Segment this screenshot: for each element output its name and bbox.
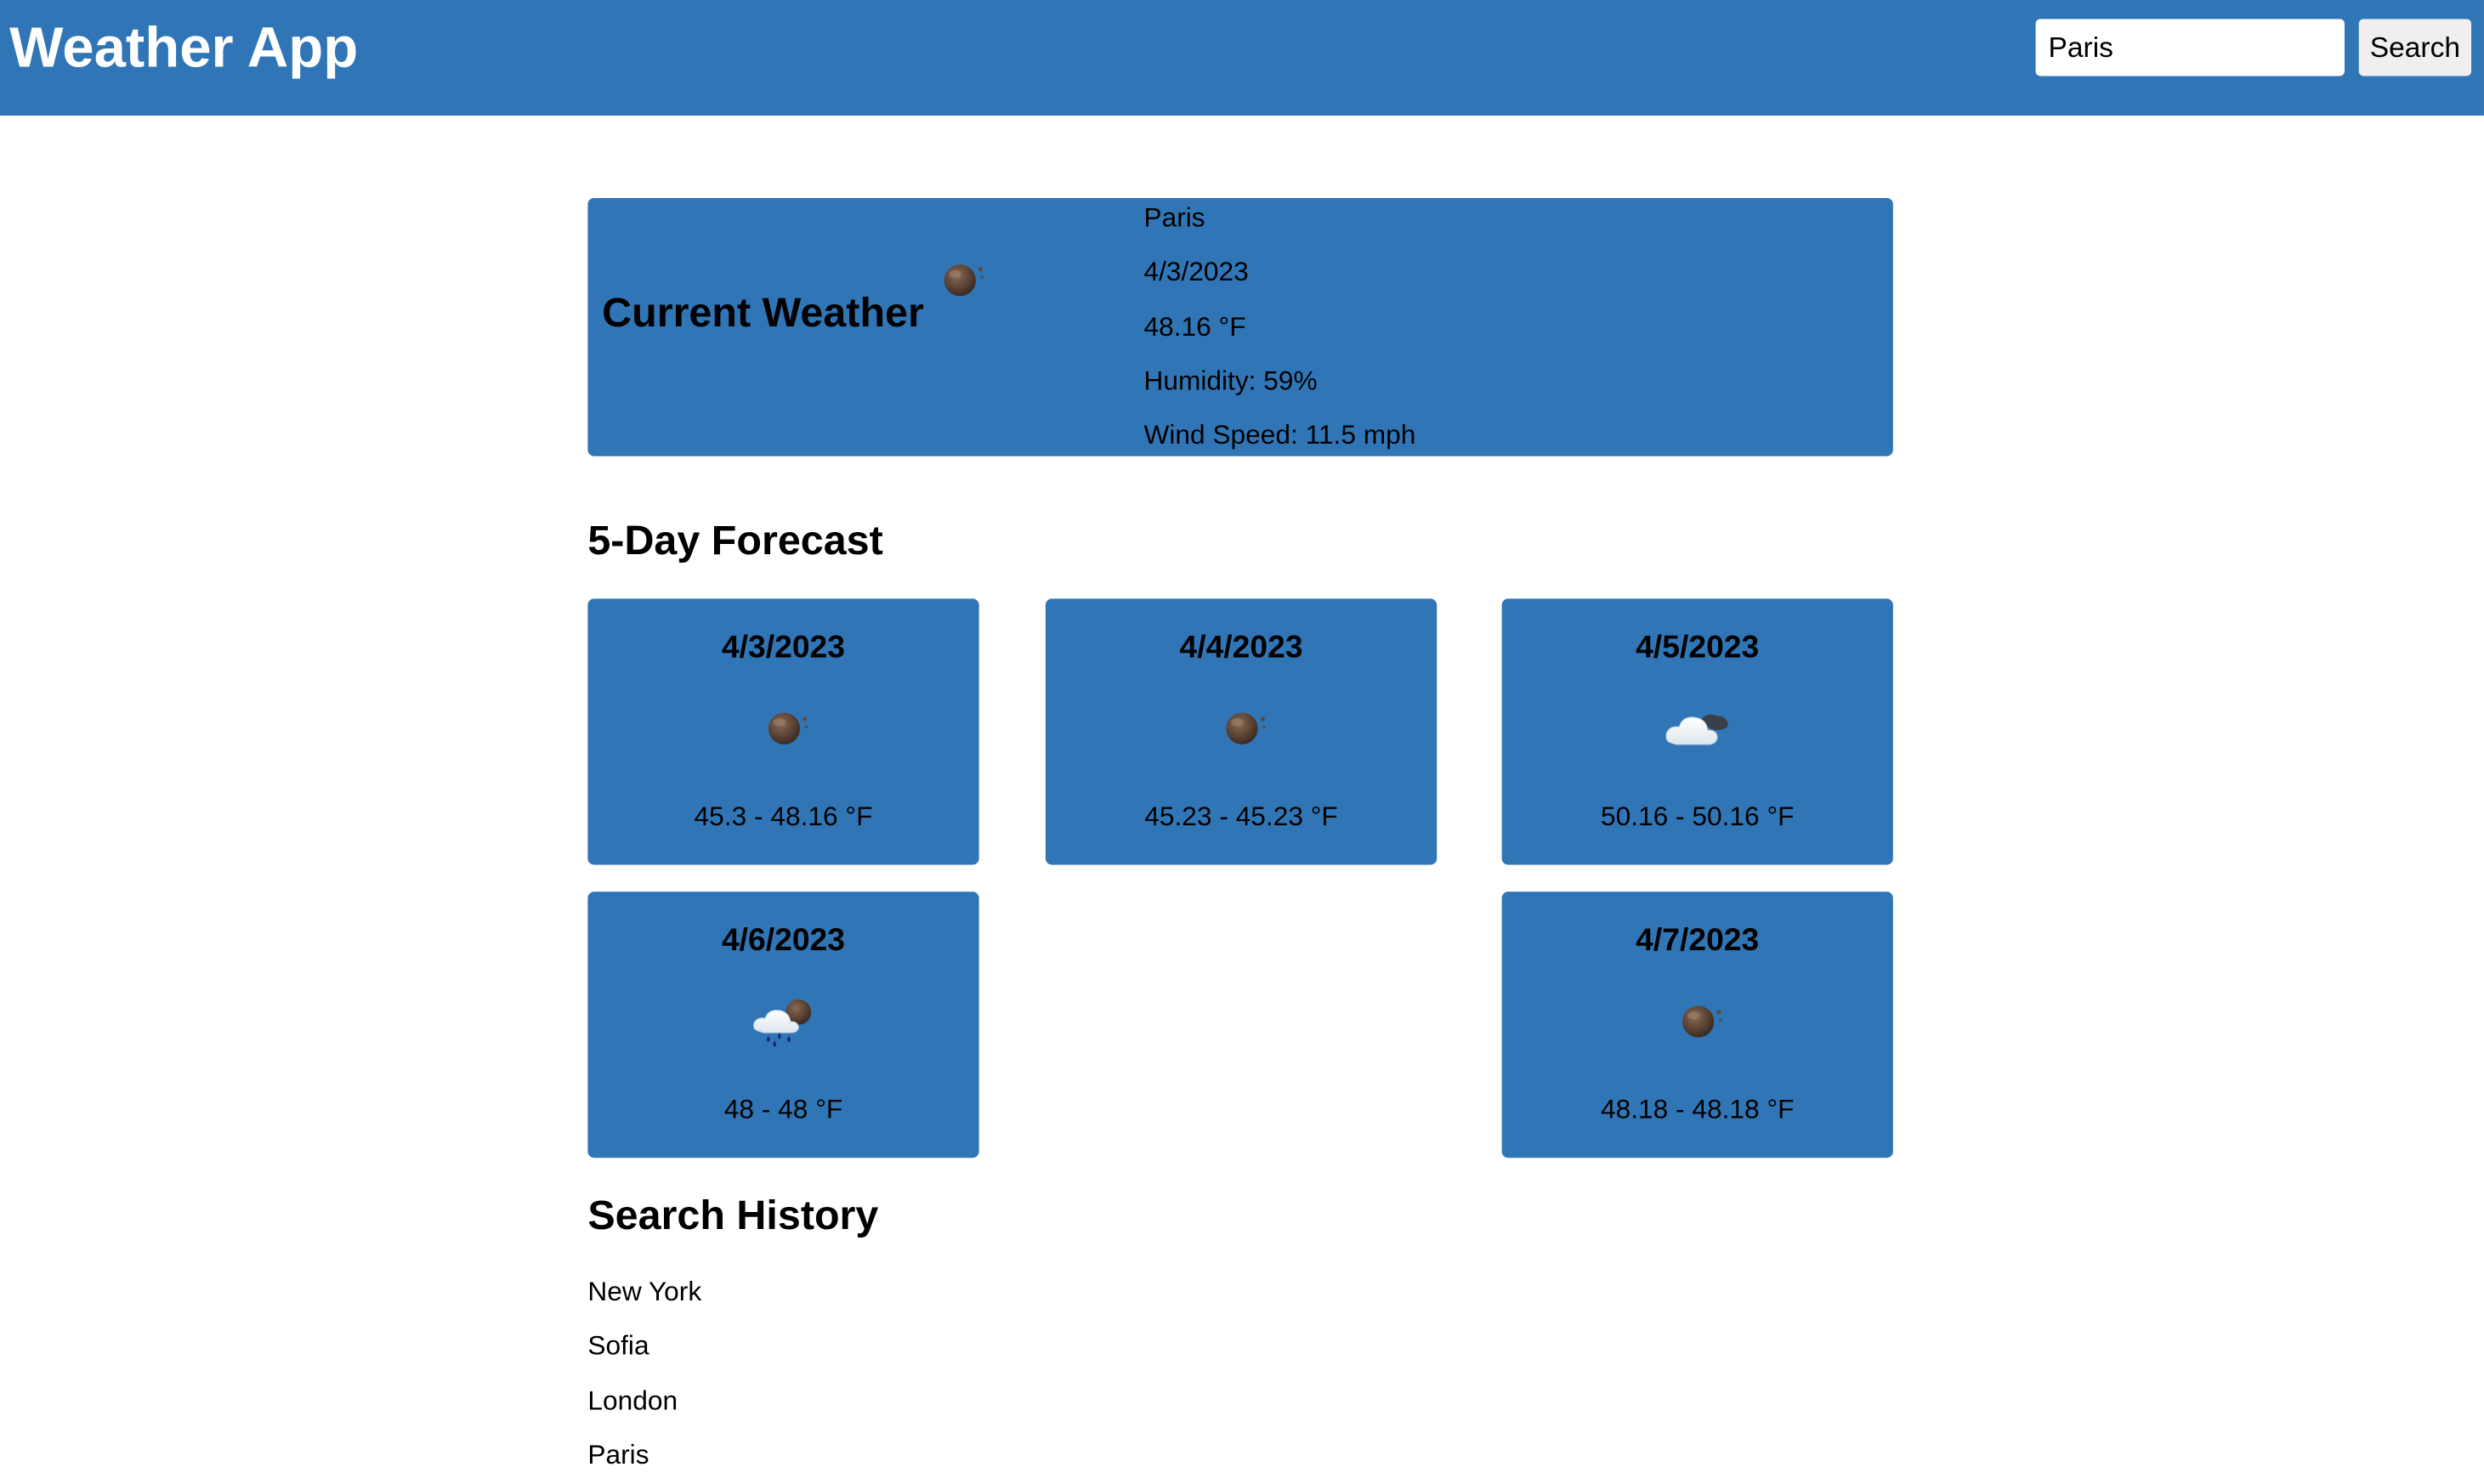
forecast-temperature-range: 45.3 - 48.16 °F [694, 801, 873, 832]
forecast-temperature-range: 48 - 48 °F [723, 1094, 843, 1125]
forecast-temperature-range: 45.23 - 45.23 °F [1144, 801, 1338, 832]
current-temperature: 48.16 °F [1143, 311, 1246, 342]
search-history-list: New York Sofia London Paris [587, 1266, 701, 1483]
current-date: 4/3/2023 [1143, 257, 1249, 287]
current-weather-title: Current Weather [602, 288, 924, 337]
forecast-card: 4/7/2023 48.18 - 48.18 °F [1501, 892, 1893, 1158]
moon-clouds-icon [1206, 700, 1276, 754]
city-search-input[interactable] [2035, 19, 2345, 76]
forecast-card: 4/4/2023 45.23 - 45.23 °F [1045, 598, 1438, 865]
current-weather-card: Current Weather Paris 4/3/2023 48.16 °F … [587, 197, 1893, 456]
forecast-date: 4/3/2023 [721, 630, 846, 666]
forecast-temperature-range: 50.16 - 50.16 °F [1600, 801, 1795, 832]
forecast-card: 4/5/2023 50.16 - 50.16 °F [1501, 598, 1893, 865]
forecast-temperature-range: 48.18 - 48.18 °F [1600, 1094, 1795, 1125]
search-button[interactable]: Search [2358, 19, 2472, 76]
history-item[interactable]: New York [587, 1266, 701, 1320]
history-item[interactable]: London [587, 1374, 701, 1429]
current-wind-speed: Wind Speed: 11.5 mph [1143, 420, 1416, 450]
forecast-card: 4/6/2023 48 - 48 °F [587, 892, 979, 1158]
app-title: Weather App [9, 14, 359, 80]
rain-night-icon [749, 993, 819, 1047]
moon-clouds-icon [749, 700, 819, 754]
forecast-card: 4/3/2023 45.3 - 48.16 °F [587, 598, 979, 865]
forecast-date: 4/5/2023 [1636, 630, 1760, 666]
moon-clouds-icon [943, 261, 990, 299]
current-city: Paris [1143, 202, 1205, 233]
forecast-date: 4/4/2023 [1179, 630, 1303, 666]
current-humidity: Humidity: 59% [1143, 365, 1318, 396]
forecast-title: 5-Day Forecast [587, 516, 883, 564]
forecast-date: 4/7/2023 [1636, 923, 1760, 959]
app-header: Weather App Search [0, 0, 2484, 116]
history-item[interactable]: Sofia [587, 1320, 701, 1374]
cloudy-night-icon [1663, 700, 1733, 754]
current-weather-details: Paris 4/3/2023 48.16 °F Humidity: 59% Wi… [1143, 198, 1415, 463]
history-item[interactable]: Paris [587, 1429, 701, 1483]
moon-clouds-icon [1663, 993, 1733, 1046]
search-history-title: Search History [587, 1191, 879, 1239]
forecast-date: 4/6/2023 [721, 923, 846, 959]
